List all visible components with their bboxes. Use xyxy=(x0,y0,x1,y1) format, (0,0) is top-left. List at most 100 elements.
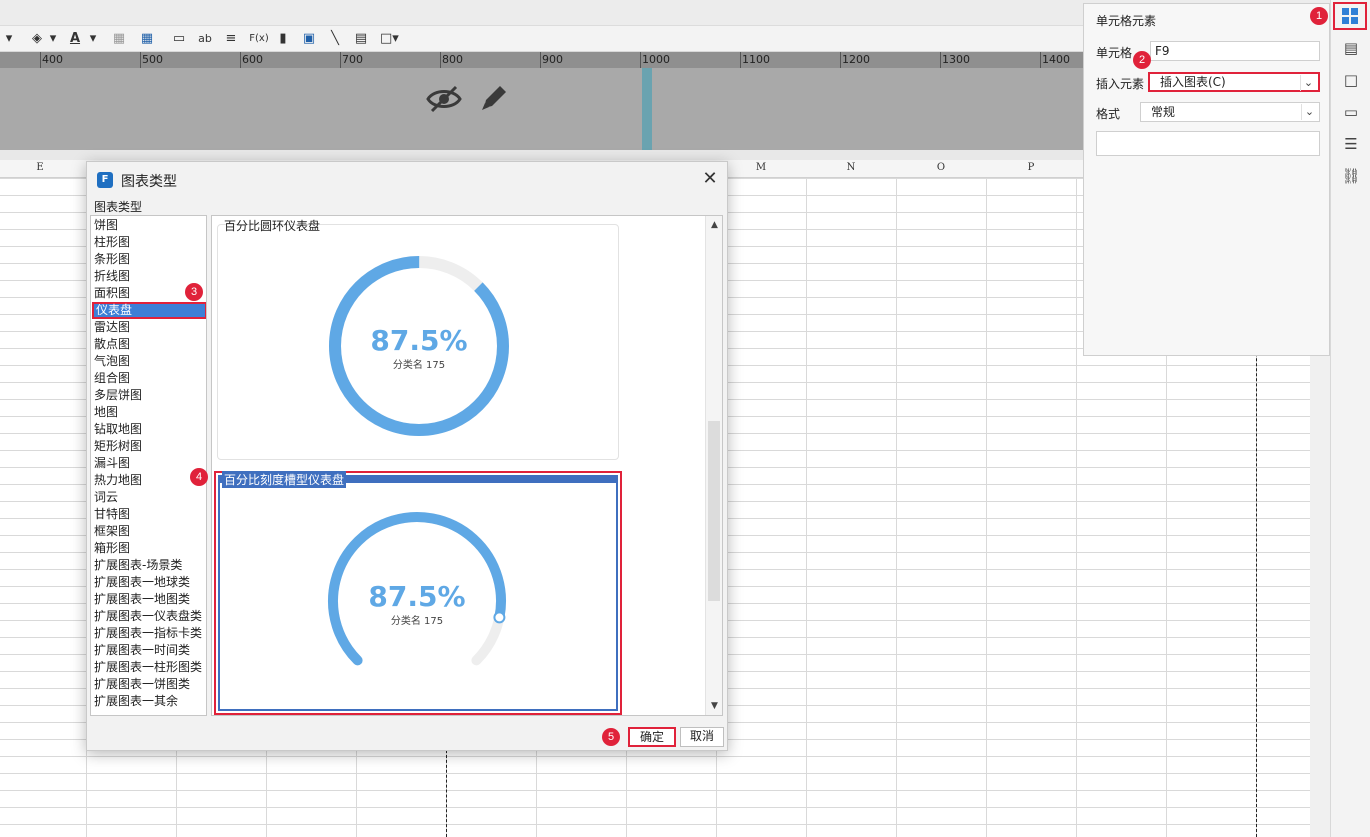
ruler-tick xyxy=(540,52,541,68)
chart-type-item[interactable]: 气泡图 xyxy=(94,353,206,370)
chart-type-item[interactable]: 地图 xyxy=(94,404,206,421)
widget-icon[interactable]: ▭ xyxy=(1337,100,1365,124)
chevron-down-icon[interactable]: ⌄ xyxy=(1301,104,1317,120)
cell-element-button[interactable] xyxy=(1333,2,1367,30)
chevron-down-icon[interactable]: ⌄ xyxy=(1300,75,1316,91)
close-icon[interactable]: ✕ xyxy=(699,168,721,190)
bar-chart-icon[interactable]: ▮ xyxy=(274,30,292,48)
insert-element-select[interactable]: 插入图表(C) ⌄ xyxy=(1148,72,1320,92)
format-value: 常规 xyxy=(1151,105,1176,119)
ruler-tick xyxy=(240,52,241,68)
chart-type-item[interactable]: 词云 xyxy=(94,489,206,506)
chart-type-item[interactable]: 框架图 xyxy=(94,523,206,540)
align-icon[interactable]: ≡ xyxy=(222,30,240,48)
chart-type-item[interactable]: 矩形树图 xyxy=(94,438,206,455)
chart-type-item[interactable]: 甘特图 xyxy=(94,506,206,523)
chart-type-item[interactable]: 条形图 xyxy=(94,251,206,268)
step-badge-2: 2 xyxy=(1133,51,1151,69)
chart-type-item[interactable]: 扩展图表一指标卡类 xyxy=(94,625,206,642)
panel-title: 单元格元素 xyxy=(1096,14,1157,28)
ruler-label: 600 xyxy=(242,53,263,66)
cell-label: 单元格 xyxy=(1096,46,1133,60)
scroll-thumb[interactable] xyxy=(708,421,720,601)
table-icon[interactable]: ▦ xyxy=(138,30,156,48)
ruler-label: 1000 xyxy=(642,53,670,66)
chart-type-item[interactable]: 扩展图表-场景类 xyxy=(94,557,206,574)
border-style-icon[interactable]: □▾ xyxy=(380,30,399,48)
chart-type-item[interactable]: 钻取地图 xyxy=(94,421,206,438)
chart-type-item[interactable]: 扩展图表一地球类 xyxy=(94,574,206,591)
format-label: 格式 xyxy=(1096,107,1121,121)
ruler-label: 500 xyxy=(142,53,163,66)
dropdown-arrow-icon[interactable]: ▾ xyxy=(44,30,62,48)
chart-type-item[interactable]: 扩展图表一地图类 xyxy=(94,591,206,608)
ruler-label: 1100 xyxy=(742,53,770,66)
ruler-label: 1200 xyxy=(842,53,870,66)
step-badge-3: 3 xyxy=(185,283,203,301)
preview-scrollbar[interactable]: ▲ ▼ xyxy=(705,216,722,715)
ruler-tick xyxy=(440,52,441,68)
page-icon[interactable]: ▤ xyxy=(352,30,370,48)
chart-type-item[interactable]: 柱形图 xyxy=(94,234,206,251)
chart-type-item[interactable]: 散点图 xyxy=(94,336,206,353)
textbox-icon[interactable]: ▭ xyxy=(170,30,188,48)
insert-element-value: 插入图表(C) xyxy=(1160,75,1226,89)
column-divider-marker xyxy=(642,68,652,150)
slash-icon[interactable]: ╲ xyxy=(326,30,344,48)
column-header-p[interactable]: P xyxy=(986,162,1076,173)
chart-type-item[interactable]: 扩展图表一其余 xyxy=(94,693,206,710)
ruler-tick xyxy=(640,52,641,68)
formula-icon[interactable]: F(x) xyxy=(248,30,270,48)
chart-type-item[interactable]: 漏斗图 xyxy=(94,455,206,472)
chart-type-item[interactable]: 扩展图表一柱形图类 xyxy=(94,659,206,676)
dropdown-arrow-icon[interactable]: ▾ xyxy=(84,30,102,48)
text-icon[interactable]: ab xyxy=(196,30,214,48)
chart-type-item[interactable]: 仪表盘 xyxy=(92,302,206,319)
step-badge-5: 5 xyxy=(602,728,620,746)
ruler-label: 1400 xyxy=(1042,53,1070,66)
ruler-tick xyxy=(740,52,741,68)
pencil-icon[interactable] xyxy=(478,82,510,114)
ruler-label: 800 xyxy=(442,53,463,66)
chart-type-item[interactable]: 折线图 xyxy=(94,268,206,285)
scroll-down-icon[interactable]: ▼ xyxy=(706,699,723,713)
column-header-m[interactable]: M xyxy=(716,162,806,173)
border-icon[interactable]: ▦ xyxy=(110,30,128,48)
preview-card[interactable]: 百分比圆环仪表盘 87.5% 分类名 175 xyxy=(217,219,619,460)
chart-type-item[interactable]: 多层饼图 xyxy=(94,387,206,404)
column-header-n[interactable]: N xyxy=(806,162,896,173)
gauge-value: 87.5% xyxy=(370,324,468,357)
step-badge-4: 4 xyxy=(190,468,208,486)
ruler-tick xyxy=(840,52,841,68)
chart-type-item[interactable]: 扩展图表一时间类 xyxy=(94,642,206,659)
group-label: 图表类型 xyxy=(94,198,146,215)
chart-type-item[interactable]: 饼图 xyxy=(94,217,206,234)
dropdown-arrow-icon[interactable]: ▾ xyxy=(0,30,18,48)
link-icon[interactable]: ⛓ xyxy=(1337,164,1365,188)
chart-type-item[interactable]: 雷达图 xyxy=(94,319,206,336)
format-select[interactable]: 常规 ⌄ xyxy=(1140,102,1320,122)
ruler-tick xyxy=(40,52,41,68)
chart-type-item[interactable]: 组合图 xyxy=(94,370,206,387)
step-badge-1: 1 xyxy=(1310,7,1328,25)
cell-attribute-icon[interactable]: ▤ xyxy=(1337,36,1365,60)
ruler-tick xyxy=(340,52,341,68)
chart-type-item[interactable]: 扩展图表一饼图类 xyxy=(94,676,206,693)
cancel-button[interactable]: 取消 xyxy=(680,727,724,747)
float-element-icon[interactable]: □ xyxy=(1337,68,1365,92)
app-logo-icon: F xyxy=(97,172,113,188)
preview-card-selected[interactable]: 百分比刻度槽型仪表盘 87.5% 分类名 175 xyxy=(214,471,622,715)
column-header-o[interactable]: O xyxy=(896,162,986,173)
chart-type-item[interactable]: 扩展图表一仪表盘类 xyxy=(94,608,206,625)
ok-button[interactable]: 确定 xyxy=(628,727,676,747)
font-color-icon[interactable]: A xyxy=(66,30,84,48)
cell-field[interactable]: F9 xyxy=(1150,41,1320,61)
chart-type-item[interactable]: 箱形图 xyxy=(94,540,206,557)
column-header-e[interactable]: E xyxy=(0,162,85,173)
panel-content-box[interactable] xyxy=(1096,131,1320,156)
scroll-up-icon[interactable]: ▲ xyxy=(706,218,723,232)
image-icon[interactable]: ▣ xyxy=(300,30,318,48)
hidden-eye-icon[interactable] xyxy=(426,83,462,115)
right-sidebar: ▤ □ ▭ ☰ ⛓ xyxy=(1330,0,1370,837)
stack-icon[interactable]: ☰ xyxy=(1337,132,1365,156)
